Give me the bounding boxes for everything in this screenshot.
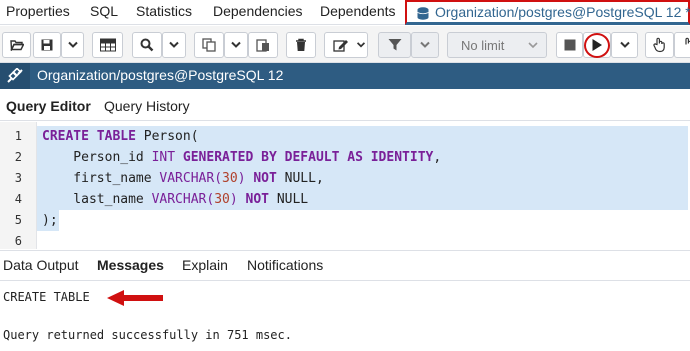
delete-button[interactable] [286, 32, 316, 58]
rollback-button[interactable] [674, 32, 690, 58]
hand-pointer-icon [652, 37, 665, 53]
save-file-button[interactable] [33, 32, 61, 58]
chevron-down-icon [528, 42, 538, 49]
database-icon [417, 7, 429, 20]
panel-tab-bar: Properties SQL Statistics Dependencies D… [0, 0, 690, 25]
play-icon [592, 39, 602, 51]
save-icon [41, 39, 53, 51]
filter-icon [388, 39, 401, 51]
copy-dropdown-button[interactable] [224, 32, 248, 58]
commit-button[interactable] [645, 32, 674, 58]
open-file-button[interactable] [2, 32, 31, 58]
code-token: CREATE TABLE [42, 129, 144, 144]
copy-icon [202, 38, 216, 52]
code-token: VARCHAR( [151, 192, 215, 207]
find-dropdown-button[interactable] [162, 32, 186, 58]
hand-pointer-icon [685, 37, 690, 45]
red-arrow-annotation [107, 290, 163, 306]
code-token: ) [237, 171, 254, 186]
chevron-down-icon [420, 41, 430, 48]
code-token: ) [229, 192, 246, 207]
pencil-icon [333, 40, 348, 52]
search-icon [140, 38, 154, 52]
find-button[interactable] [132, 32, 162, 58]
sql-editor[interactable]: 1 2 3 4 5 6 CREATE TABLE Person( Person_… [0, 122, 690, 249]
code-token: VARCHAR( [159, 171, 223, 186]
code-token: NOT [253, 171, 285, 186]
code-line: last_name VARCHAR(30) NOT NULL [37, 189, 688, 210]
tab-query-editor[interactable]: Query Editor [6, 98, 91, 114]
query-tab-label: Organization/postgres@PostgreSQL 12 * [435, 4, 690, 20]
copy-button[interactable] [194, 32, 224, 58]
line-number: 5 [14, 213, 22, 227]
tab-query-tool[interactable]: Organization/postgres@PostgreSQL 12 * [405, 0, 690, 25]
code-token: 30 [222, 171, 238, 186]
code-token: first_name [42, 171, 160, 186]
code-line: Person_id INT GENERATED BY DEFAULT AS ID… [37, 147, 688, 168]
tab-sql[interactable]: SQL [90, 3, 118, 19]
trash-icon [296, 38, 306, 51]
code-token: INT [151, 150, 183, 165]
tab-explain[interactable]: Explain [182, 257, 228, 273]
code-token: NULL, [284, 171, 324, 186]
editor-tab-bar: Query Editor Query History [0, 89, 690, 121]
connection-status[interactable] [0, 63, 30, 89]
line-number-gutter: 1 2 3 4 5 6 [0, 122, 37, 249]
tab-dependencies[interactable]: Dependencies [213, 3, 303, 19]
code-token: Person_id [42, 150, 152, 165]
message-command: CREATE TABLE [3, 290, 90, 304]
code-token: NULL [276, 192, 309, 207]
code-token: ); [42, 213, 58, 228]
messages-panel: CREATE TABLE Query returned successfully… [0, 282, 690, 351]
message-status: Query returned successfully in 751 msec. [3, 328, 292, 342]
code-line: CREATE TABLE Person( [37, 126, 688, 147]
line-number: 1 [14, 129, 22, 143]
code-token: NOT [245, 192, 277, 207]
code-token: last_name [42, 192, 152, 207]
line-number: 3 [14, 171, 22, 185]
connection-bar: Organization/postgres@PostgreSQL 12 [0, 63, 690, 89]
tab-notifications[interactable]: Notifications [247, 257, 323, 273]
table-grid-icon [99, 38, 116, 52]
paste-button[interactable] [248, 32, 278, 58]
save-dropdown-button[interactable] [61, 32, 84, 58]
tab-data-output[interactable]: Data Output [3, 257, 79, 273]
folder-open-icon [9, 40, 24, 51]
filter-button[interactable] [378, 32, 411, 58]
chevron-down-icon [231, 41, 241, 48]
code-token: GENERATED BY DEFAULT AS IDENTITY [182, 150, 434, 165]
chevron-down-icon [619, 41, 630, 48]
tab-dependents[interactable]: Dependents [320, 3, 396, 19]
stop-button[interactable] [556, 32, 583, 58]
execute-dropdown-button[interactable] [611, 32, 638, 58]
code-line: ); [37, 210, 59, 231]
query-toolbar: No limit [0, 26, 690, 63]
edit-data-button[interactable] [92, 32, 123, 58]
code-token: , [433, 150, 442, 165]
filter-dropdown-button[interactable] [411, 32, 439, 58]
row-limit-value: No limit [461, 38, 505, 53]
code-line: first_name VARCHAR(30) NOT NULL, [37, 168, 688, 189]
code-token: Person( [143, 129, 199, 144]
results-tab-bar: Data Output Messages Explain Notificatio… [0, 250, 690, 281]
tab-properties[interactable]: Properties [6, 3, 70, 19]
plug-connected-icon [7, 68, 23, 83]
connection-label: Organization/postgres@PostgreSQL 12 [37, 67, 284, 83]
line-number: 4 [14, 192, 22, 206]
chevron-down-icon [356, 42, 366, 48]
tab-statistics[interactable]: Statistics [136, 3, 192, 19]
tab-query-history[interactable]: Query History [104, 98, 190, 114]
paste-icon [256, 39, 269, 52]
line-number: 6 [14, 234, 22, 248]
execute-button[interactable] [583, 32, 611, 58]
stop-icon [564, 39, 575, 51]
code-token: 30 [214, 192, 230, 207]
edit-menu-button[interactable] [324, 32, 368, 58]
row-limit-select[interactable]: No limit [447, 32, 547, 58]
line-number: 2 [14, 150, 22, 164]
chevron-down-icon [169, 41, 179, 48]
chevron-down-icon [67, 41, 78, 48]
tab-messages[interactable]: Messages [97, 257, 164, 273]
